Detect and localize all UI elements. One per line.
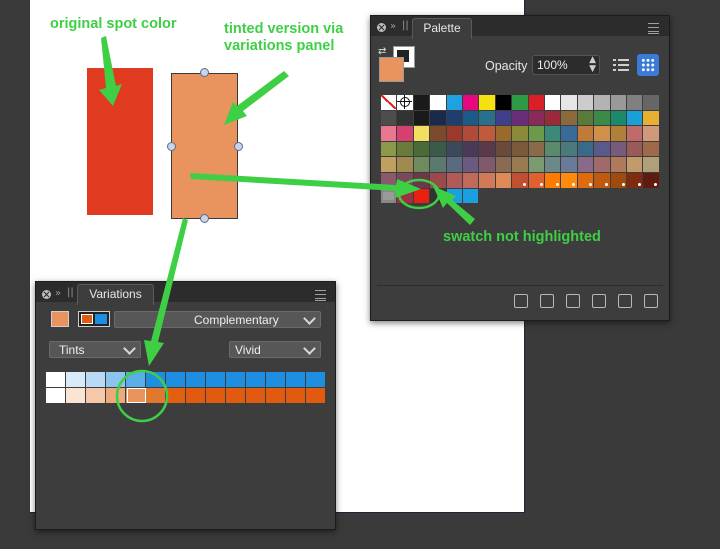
annotation-arrow (144, 218, 188, 366)
annotation-arrow (99, 36, 122, 106)
annotation-arrow (224, 71, 289, 125)
annotation-arrow (190, 173, 421, 198)
annotation-swatch-note: swatch not highlighted (443, 229, 601, 245)
highlight-circle (115, 369, 169, 423)
annotation-overlay (99, 36, 475, 423)
